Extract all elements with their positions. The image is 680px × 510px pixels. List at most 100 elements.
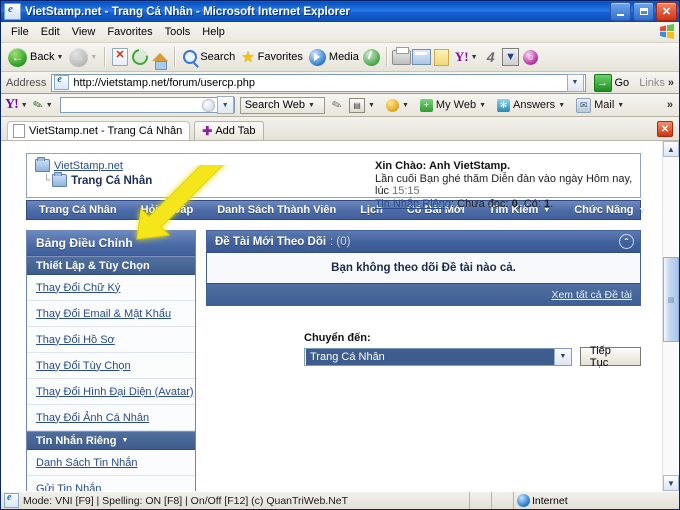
view-all-threads-link[interactable]: Xem tất cả Đề tài xyxy=(551,289,632,301)
sidebar-item-ho-so[interactable]: Thay Đổi Hồ Sơ xyxy=(27,327,195,353)
history-button[interactable] xyxy=(362,47,382,67)
resize-grip[interactable] xyxy=(663,492,679,509)
menu-file[interactable]: File xyxy=(5,24,35,40)
sidebar-item-email-mat-khau[interactable]: Thay Đổi Email & Mật Khẩu xyxy=(27,301,195,327)
close-tab-button[interactable]: ✕ xyxy=(657,121,673,137)
nav-item-trang-ca-nhan[interactable]: Trang Cá Nhân xyxy=(27,204,129,216)
yahoo-menu-dropdown-icon[interactable]: ▼ xyxy=(21,102,28,109)
my-web-dropdown-icon[interactable]: ▼ xyxy=(479,102,486,109)
toolbar-separator xyxy=(104,47,107,67)
menu-help[interactable]: Help xyxy=(196,24,231,40)
yahoo-search-dropdown-icon[interactable]: ▼ xyxy=(216,96,234,114)
status-cell xyxy=(469,492,491,509)
vertical-scrollbar[interactable]: ▲ ▤ ▼ xyxy=(662,141,679,491)
forward-button[interactable]: → ▼ xyxy=(66,45,100,69)
mail-button[interactable]: ✉ Mail ▼ xyxy=(576,97,629,113)
search-label: Search xyxy=(200,51,236,63)
edit-button[interactable] xyxy=(412,47,432,67)
sidebar-section-tin-nhan[interactable]: Tin Nhắn Riêng ▼ xyxy=(27,431,195,450)
collapse-icon[interactable]: ⌃ xyxy=(619,234,634,249)
menu-edit[interactable]: Edit xyxy=(35,24,66,40)
chevron-down-icon: ▼ xyxy=(638,206,646,214)
back-button[interactable]: ← Back ▼ xyxy=(5,45,66,69)
print-button[interactable] xyxy=(392,46,412,67)
note-button[interactable] xyxy=(432,47,452,67)
yahoo-dropdown-icon[interactable]: ▼ xyxy=(471,54,478,61)
subscribed-threads-panel: Đề Tài Mới Theo Dõi: (0) ⌃ Bạn không the… xyxy=(206,230,641,306)
add-tab-button[interactable]: ✚ Add Tab xyxy=(194,121,264,140)
back-arrow-icon: ← xyxy=(8,47,27,67)
address-dropdown-icon[interactable]: ▼ xyxy=(566,73,584,92)
highlighter-icon[interactable]: ✎ xyxy=(330,97,344,114)
favorites-button[interactable]: ★ Favorites xyxy=(238,45,306,69)
download-button[interactable]: ▼ xyxy=(501,47,521,67)
my-web-button[interactable]: + My Web ▼ xyxy=(419,98,491,112)
sidebar-item-anh-ca-nhan[interactable]: Thay Đổi Ảnh Cá Nhân xyxy=(27,405,195,431)
tab-vietstamp[interactable]: VietStamp.net - Trang Cá Nhân xyxy=(7,121,191,140)
address-label: Address xyxy=(6,76,47,89)
search-web-dropdown-icon[interactable]: ▼ xyxy=(308,102,315,109)
messenger-button[interactable]: 4 xyxy=(481,47,501,67)
anti-spy-dropdown-icon[interactable]: ▼ xyxy=(402,102,409,109)
back-dropdown-icon[interactable]: ▼ xyxy=(56,54,63,61)
home-button[interactable] xyxy=(150,47,170,70)
scroll-up-button[interactable]: ▲ xyxy=(663,141,679,157)
minimize-button[interactable] xyxy=(610,2,631,21)
scrollbar-thumb[interactable]: ▤ xyxy=(663,257,679,342)
menu-tools[interactable]: Tools xyxy=(159,24,197,40)
emoticon-button[interactable]: ☺ xyxy=(521,47,541,67)
continue-button[interactable]: Tiếp Tục xyxy=(579,345,641,369)
refresh-button[interactable] xyxy=(129,45,152,69)
yahoo-overflow-icon[interactable]: » xyxy=(667,99,673,111)
search-web-button[interactable]: Search Web ▼ xyxy=(239,96,325,114)
stop-button[interactable] xyxy=(110,47,130,67)
menu-view[interactable]: View xyxy=(66,24,102,40)
folder-icon xyxy=(35,157,50,172)
links-label[interactable]: Links xyxy=(639,77,665,89)
address-input[interactable]: http://vietstamp.net/forum/usercp.php ▼ xyxy=(51,73,586,92)
sidebar-item-avatar[interactable]: Thay Đổi Hình Đại Diện (Avatar) xyxy=(27,379,195,405)
sidebar-item-chu-ky[interactable]: Thay Đổi Chữ Ký xyxy=(27,275,195,301)
mail-dropdown-icon[interactable]: ▼ xyxy=(617,102,624,109)
pencil-icon[interactable]: ✎ xyxy=(31,97,45,114)
greeting-line-1: Xin Chào: Anh VietStamp. xyxy=(375,160,511,172)
sidebar-item-gui-tin-nhan[interactable]: Gửi Tin Nhắn xyxy=(27,476,195,491)
anti-spy-icon[interactable] xyxy=(385,98,399,112)
breadcrumb-root[interactable]: VietStamp.net xyxy=(35,157,365,172)
popup-blocker-dropdown-icon[interactable]: ▼ xyxy=(368,102,375,109)
jump-select[interactable]: Trang Cá Nhân ▼ xyxy=(304,347,572,366)
sidebar-item-tuy-chon[interactable]: Thay Đổi Tùy Chọn xyxy=(27,353,195,379)
search-ball-icon xyxy=(201,98,215,112)
yahoo-search-input[interactable]: ▼ xyxy=(59,96,235,114)
search-button[interactable]: Search xyxy=(180,45,238,69)
close-button[interactable]: ✕ xyxy=(656,2,677,21)
toolbar-separator xyxy=(174,47,177,67)
greeting-line-3: Tin Nhắn Riêng: Chưa đọc: 0, Có: 1. xyxy=(375,198,634,210)
sidebar-title: Bảng Điều Chỉnh xyxy=(27,231,195,256)
status-bar: Mode: VNI [F9] | Spelling: ON [F8] | On/… xyxy=(1,491,679,509)
envelope-icon: ✉ xyxy=(576,97,592,113)
page-icon xyxy=(13,124,25,138)
sidebar-item-danh-sach-tin-nhan[interactable]: Danh Sách Tin Nhắn xyxy=(27,450,195,476)
popup-blocker-icon[interactable]: ▤ xyxy=(349,97,366,113)
yahoo-button[interactable]: Y! ▼ xyxy=(452,45,481,69)
scrollbar-track[interactable]: ▤ xyxy=(663,157,679,475)
search-icon xyxy=(183,50,198,64)
go-button[interactable]: → Go xyxy=(590,73,634,92)
answers-dropdown-icon[interactable]: ▼ xyxy=(558,102,565,109)
answers-button[interactable]: ✻ Answers ▼ xyxy=(497,98,570,112)
security-zone[interactable]: Internet xyxy=(513,492,663,509)
toolbar-overflow-icon[interactable]: » xyxy=(668,77,674,89)
private-message-link[interactable]: Tin Nhắn Riêng xyxy=(375,198,451,210)
nav-item-danh-sach-thanh-vien[interactable]: Danh Sách Thành Viên xyxy=(205,204,348,216)
menu-favorites[interactable]: Favorites xyxy=(101,24,158,40)
yahoo-logo-icon[interactable]: Y! xyxy=(5,97,19,113)
forward-dropdown-icon: ▼ xyxy=(90,53,98,61)
maximize-restore-button[interactable] xyxy=(633,2,654,21)
nav-item-hoi-dap[interactable]: Hỏi & Đáp xyxy=(129,204,206,216)
scroll-down-button[interactable]: ▼ xyxy=(663,475,679,491)
pencil-dropdown-icon[interactable]: ▼ xyxy=(46,102,53,109)
my-web-label: My Web xyxy=(435,99,477,111)
panel-count: : (0) xyxy=(330,235,351,248)
media-button[interactable]: Media xyxy=(306,45,362,69)
